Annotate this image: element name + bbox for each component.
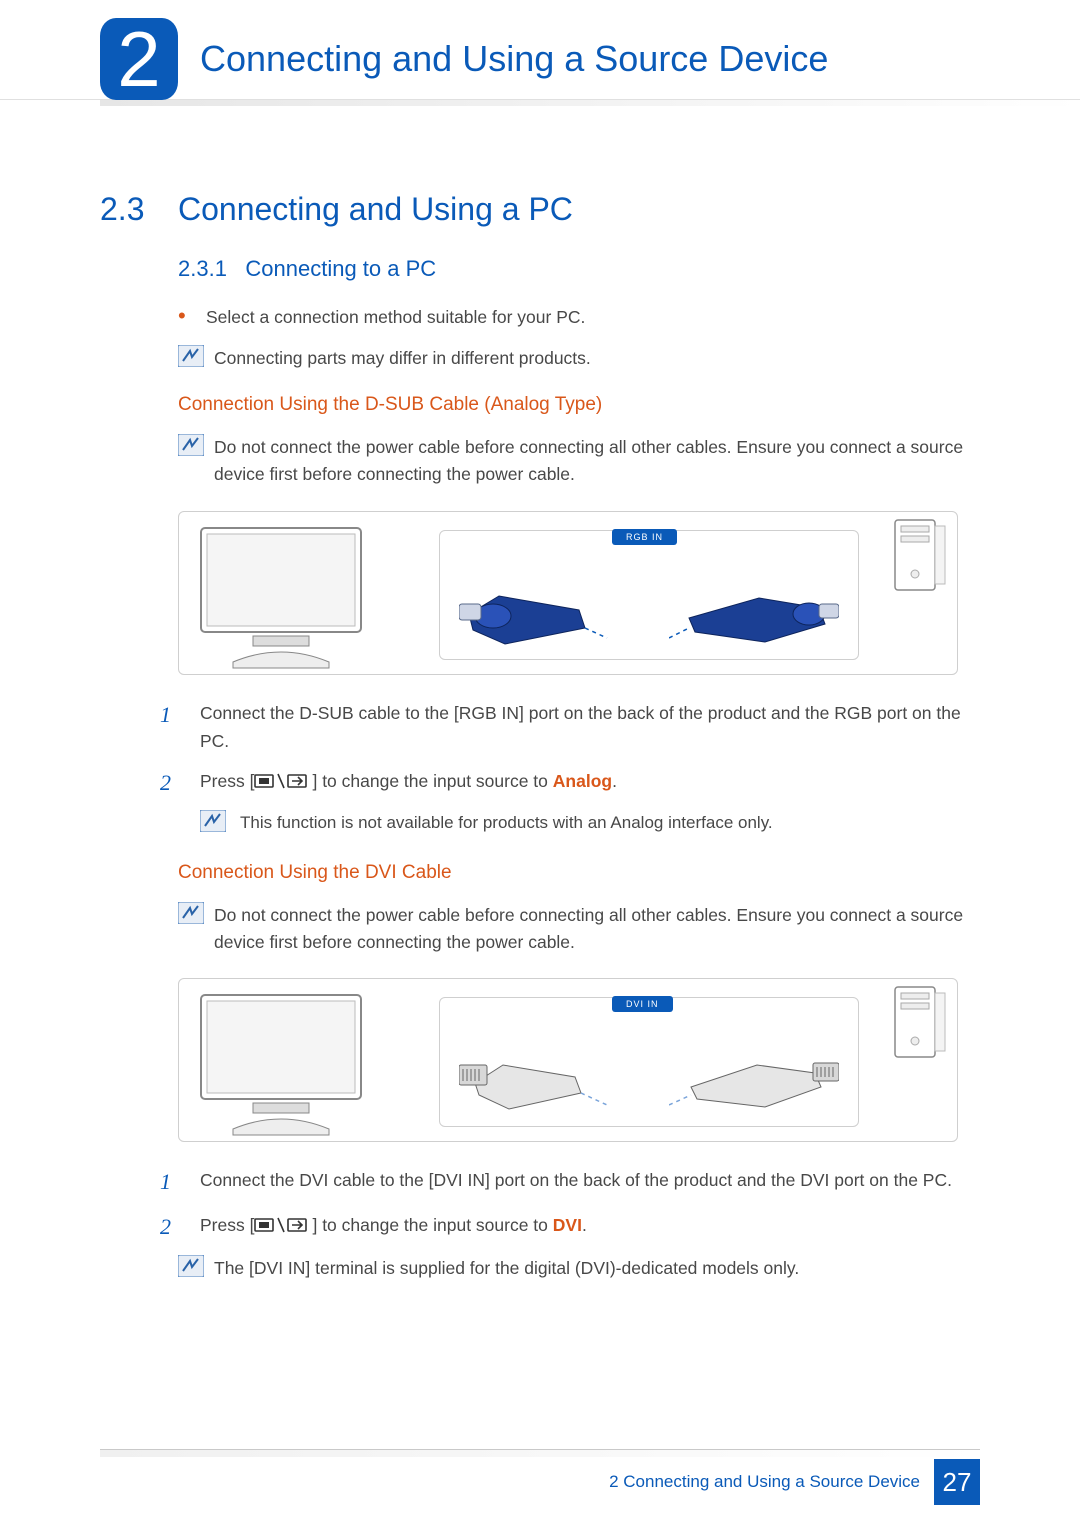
footer-divider	[100, 1449, 980, 1457]
step-number: 2	[160, 1209, 200, 1244]
note-icon	[200, 810, 228, 834]
intro-note: Connecting parts may differ in different…	[178, 345, 980, 372]
source-button-icon	[254, 772, 312, 790]
step-number: 2	[160, 765, 200, 800]
subsection-number: 2.3.1	[178, 256, 227, 281]
chapter-title: Connecting and Using a Source Device	[200, 38, 828, 80]
intro-note-text: Connecting parts may differ in different…	[214, 345, 980, 372]
step2-suffix: .	[582, 1215, 587, 1235]
dsub-subnote: This function is not available for produ…	[200, 810, 980, 836]
content: 2.3 Connecting and Using a PC 2.3.1 Conn…	[0, 106, 1080, 1282]
dvi-warning: Do not connect the power cable before co…	[178, 902, 980, 956]
dsub-diagram: RGB IN	[178, 511, 958, 675]
page-header: 2 Connecting and Using a Source Device	[0, 0, 1080, 100]
step2-source-label: Analog	[553, 771, 612, 791]
step-number: 1	[160, 697, 200, 755]
dsub-heading: Connection Using the D-SUB Cable (Analog…	[178, 394, 980, 416]
step-number: 1	[160, 1164, 200, 1199]
footer-page-number: 27	[934, 1459, 980, 1505]
note-icon	[178, 1255, 206, 1279]
dvi-heading: Connection Using the DVI Cable	[178, 862, 980, 884]
step2-mid: ] to change the input source to	[312, 771, 552, 791]
note-icon	[178, 345, 206, 369]
dsub-connector-right	[669, 568, 839, 648]
note-icon	[178, 902, 206, 926]
intro-bullet: • Select a connection method suitable fo…	[178, 304, 980, 331]
dvi-port-label: DVI IN	[612, 996, 673, 1012]
dvi-step-2: 2 Press [ ] to change the input source to…	[160, 1209, 980, 1244]
step2-source-label: DVI	[553, 1215, 582, 1235]
subsection-heading: 2.3.1 Connecting to a PC	[178, 256, 980, 282]
section-number: 2.3	[100, 191, 178, 228]
dsub-warning-text: Do not connect the power cable before co…	[214, 434, 980, 488]
step2-prefix: Press [	[200, 771, 254, 791]
dvi-subnote-text: The [DVI IN] terminal is supplied for th…	[214, 1255, 980, 1282]
pc-illustration	[891, 985, 947, 1063]
dvi-step2-text: Press [ ] to change the input source to D…	[200, 1209, 980, 1244]
dsub-warning: Do not connect the power cable before co…	[178, 434, 980, 488]
header-divider	[100, 100, 1080, 106]
subsection-title: Connecting to a PC	[245, 256, 436, 281]
footer-chapter-text: 2 Connecting and Using a Source Device	[609, 1472, 920, 1492]
dvi-step1-text: Connect the DVI cable to the [DVI IN] po…	[200, 1164, 980, 1199]
dsub-step2-text: Press [ ] to change the input source to A…	[200, 765, 980, 800]
dsub-step-2: 2 Press [ ] to change the input source to…	[160, 765, 980, 800]
step2-suffix: .	[612, 771, 617, 791]
step2-prefix: Press [	[200, 1215, 254, 1235]
source-button-icon	[254, 1216, 312, 1234]
intro-bullet-text: Select a connection method suitable for …	[206, 304, 585, 331]
dsub-port-label: RGB IN	[612, 529, 677, 545]
dsub-subnote-text: This function is not available for produ…	[240, 810, 773, 836]
dvi-warning-text: Do not connect the power cable before co…	[214, 902, 980, 956]
dsub-step1-text: Connect the D-SUB cable to the [RGB IN] …	[200, 697, 980, 755]
section-heading: 2.3 Connecting and Using a PC	[100, 191, 980, 228]
note-icon	[178, 434, 206, 458]
dsub-connector-left	[459, 568, 609, 648]
section-title: Connecting and Using a PC	[178, 191, 573, 228]
dvi-diagram: DVI IN	[178, 978, 958, 1142]
monitor-illustration	[193, 522, 393, 670]
dsub-step-1: 1 Connect the D-SUB cable to the [RGB IN…	[160, 697, 980, 755]
dvi-subnote: The [DVI IN] terminal is supplied for th…	[178, 1255, 980, 1282]
chapter-number-badge: 2	[100, 18, 178, 100]
page: 2 Connecting and Using a Source Device 2…	[0, 0, 1080, 1527]
page-footer: 2 Connecting and Using a Source Device 2…	[609, 1459, 980, 1505]
bullet-icon: •	[178, 304, 206, 331]
pc-illustration	[891, 518, 947, 596]
dvi-connector-right	[669, 1035, 839, 1115]
monitor-illustration	[193, 989, 393, 1137]
dvi-connector-left	[459, 1035, 609, 1115]
dvi-step-1: 1 Connect the DVI cable to the [DVI IN] …	[160, 1164, 980, 1199]
step2-mid: ] to change the input source to	[312, 1215, 552, 1235]
